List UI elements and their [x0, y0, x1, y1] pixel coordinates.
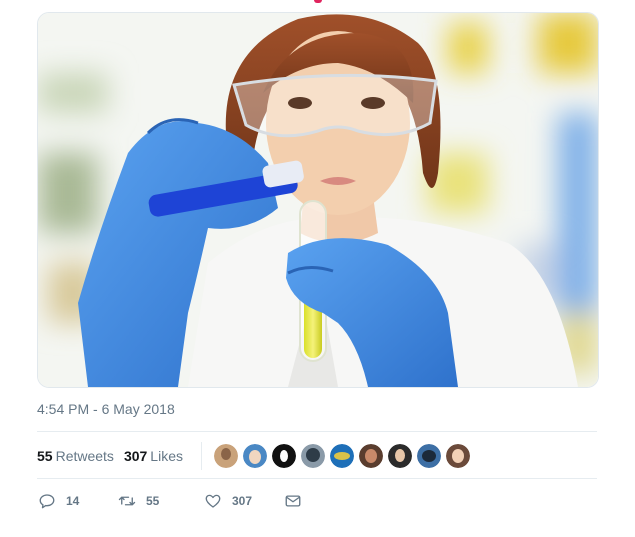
retweet-count: 55	[146, 494, 160, 508]
likes-count: 307	[123, 448, 148, 464]
tweet-actions: 14 55 307	[38, 490, 302, 512]
retweet-icon	[118, 496, 136, 506]
heart-icon	[205, 494, 221, 508]
likes-stat[interactable]: 307 Likes	[124, 448, 183, 464]
direct-message-button[interactable]	[284, 492, 302, 510]
tweet-stats: 55 Retweets 307 Likes	[37, 442, 475, 470]
like-button[interactable]: 307	[204, 492, 284, 510]
divider-bottom	[37, 478, 597, 479]
liker-avatar[interactable]	[242, 444, 267, 468]
liker-avatar[interactable]	[300, 444, 325, 468]
envelope-icon	[285, 495, 301, 507]
liker-avatar[interactable]	[416, 444, 441, 468]
retweets-label: Retweets	[55, 448, 114, 464]
likes-label: Likes	[150, 448, 183, 464]
retweets-stat[interactable]: 55 Retweets	[37, 448, 114, 464]
timestamp-text[interactable]: 4:54 PM - 6 May 2018	[37, 401, 175, 417]
retweets-count: 55	[37, 448, 53, 464]
liker-avatar[interactable]	[445, 444, 470, 468]
reply-count: 14	[66, 494, 80, 508]
top-accent-mark	[314, 0, 322, 3]
liker-avatar[interactable]	[213, 444, 238, 468]
retweet-button[interactable]: 55	[118, 492, 204, 510]
tweet-photo[interactable]	[37, 12, 599, 388]
like-count: 307	[232, 494, 253, 508]
stats-separator	[200, 442, 202, 470]
tweet-timestamp: 4:54 PM - 6 May 2018	[37, 401, 175, 417]
liked-by-avatars	[213, 444, 475, 468]
reply-button[interactable]: 14	[38, 492, 118, 510]
divider-top	[37, 431, 597, 432]
liker-avatar[interactable]	[271, 444, 296, 468]
liker-avatar[interactable]	[387, 444, 412, 468]
scientist-photo	[38, 13, 598, 387]
liker-avatar[interactable]	[329, 444, 354, 468]
liker-avatar[interactable]	[358, 444, 383, 468]
reply-icon	[39, 494, 55, 509]
